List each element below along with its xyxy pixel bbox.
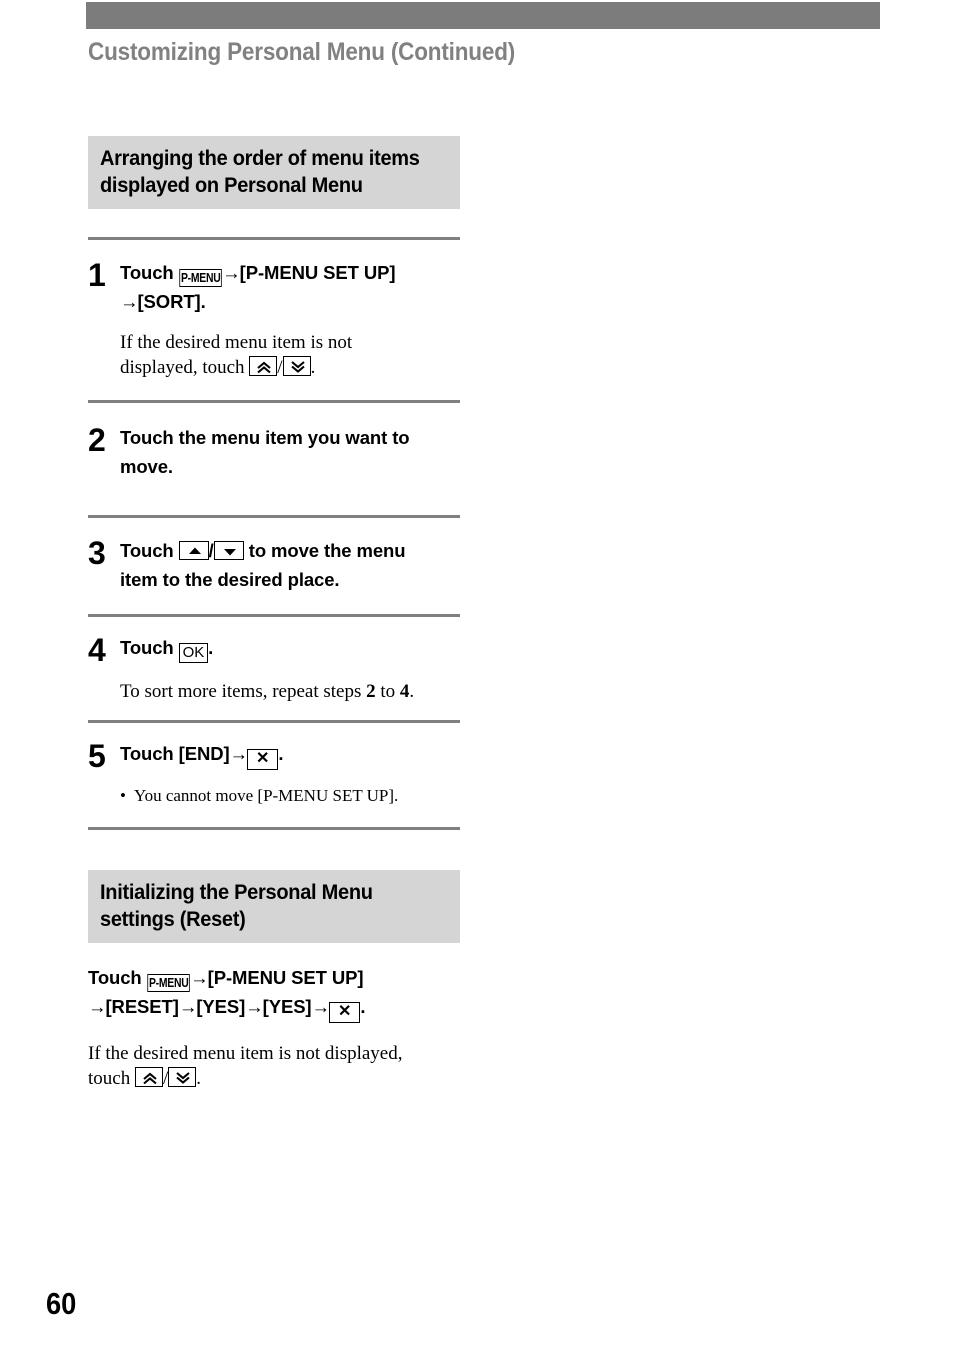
step-4-instruction: Touch OK. — [120, 633, 460, 663]
bullet-icon: • — [120, 786, 126, 805]
step-2: 2 Touch the menu item you want to move. — [88, 423, 460, 481]
p-menu-icon[interactable]: P-MENU — [147, 974, 190, 992]
step-1-body: Touch P-MENU →[P-MENU SET UP] →[SORT]. If… — [120, 258, 460, 380]
chevron-up-double-icon[interactable] — [134, 1067, 163, 1087]
initializing-note-line1: If the desired menu item is not displaye… — [88, 1043, 403, 1064]
triangle-up-icon[interactable] — [178, 541, 209, 560]
section-heading-arranging-line2: displayed on Personal Menu — [100, 173, 363, 197]
content-column: Arranging the order of menu items displa… — [88, 136, 460, 1091]
step-1-instruction-line2: →[SORT]. — [120, 287, 460, 316]
step-5-bullet-text: You cannot move [P-MENU SET UP]. — [134, 786, 399, 805]
running-head-title: Customizing Personal Menu (Continued) — [88, 38, 516, 66]
step-5-instruction: Touch [END]→ ✕. — [120, 739, 460, 770]
step-3-instruction-suffix: to move the menu — [243, 540, 406, 561]
chevron-down-double-icon[interactable] — [282, 356, 311, 376]
step-4-note-a: To sort more items, repeat steps — [120, 681, 367, 702]
initializing-instruction-line2: →[RESET]→[YES]→[YES]→ ✕. — [88, 992, 460, 1023]
step-4-note-ref-end: 4 — [399, 681, 410, 702]
p-menu-icon[interactable]: P-MENU — [179, 269, 222, 287]
initializing-menu-path: [P-MENU SET UP] — [207, 967, 364, 988]
arrow-icon: → — [190, 967, 208, 988]
step-1-number: 1 — [88, 257, 106, 293]
chevron-up-double-icon[interactable] — [249, 356, 278, 376]
section-heading-arranging: Arranging the order of menu items displa… — [88, 136, 460, 209]
initializing-instruction: Touch P-MENU →[P-MENU SET UP] →[RESET]→[Y… — [88, 963, 460, 1023]
step-4-touch-label: Touch — [120, 637, 179, 658]
arrow-icon: → — [245, 996, 263, 1017]
initializing-yes-label-1: [YES] — [196, 996, 246, 1017]
step-4: 4 Touch OK. To sort more items, repeat s… — [88, 633, 460, 704]
section-heading-arranging-line1: Arranging the order of menu items — [100, 146, 420, 170]
step-3-body: Touch / to move the menu item to the des… — [120, 536, 460, 594]
step-3-instruction-line1: Touch / to move the menu — [120, 536, 460, 565]
step-2-body: Touch the menu item you want to move. — [120, 423, 460, 481]
step-4-number: 4 — [88, 632, 106, 668]
close-x-icon[interactable]: ✕ — [329, 1002, 361, 1023]
section-heading-initializing: Initializing the Personal Menu settings … — [88, 870, 460, 943]
initializing-instruction-line1: Touch P-MENU →[P-MENU SET UP] — [88, 963, 460, 992]
step-2-instruction-line1: Touch the menu item you want to — [120, 427, 410, 448]
page-number: 60 — [46, 1286, 77, 1321]
section-heading-initializing-line2: settings (Reset) — [100, 907, 246, 931]
initializing-note-line2: touch /. — [88, 1066, 460, 1091]
step-1-note-line2: displayed, touch /. — [120, 355, 460, 380]
triangle-down-icon[interactable] — [213, 541, 244, 560]
initializing-note-prefix: touch — [88, 1068, 135, 1089]
step-1-note-line1: If the desired menu item is not — [120, 332, 353, 353]
step-4-note: To sort more items, repeat steps 2 to 4. — [120, 679, 460, 704]
step-3: 3 Touch / to move the menu item to the d… — [88, 536, 460, 594]
arrow-icon: → — [229, 743, 248, 764]
arrow-icon: → — [222, 262, 240, 283]
step-3-touch-label: Touch — [120, 540, 179, 561]
arrow-icon: → — [120, 291, 138, 312]
arrow-icon: → — [88, 996, 106, 1017]
step-1: 1 Touch P-MENU →[P-MENU SET UP] →[SORT]. … — [88, 258, 460, 380]
step-3-number: 3 — [88, 535, 106, 571]
step-4-period: . — [208, 637, 214, 658]
header-gray-bar — [86, 2, 880, 29]
step-4-note-e: . — [409, 681, 415, 702]
step-5-touch-end-label: Touch [END] — [120, 743, 230, 764]
step-1-instruction-line1: Touch P-MENU →[P-MENU SET UP] — [120, 258, 460, 287]
step-4-note-c: to — [375, 681, 400, 702]
step-5-period: . — [278, 743, 284, 764]
section-heading-initializing-line1: Initializing the Personal Menu — [100, 880, 373, 904]
close-x-icon[interactable]: ✕ — [247, 749, 279, 770]
arrow-icon: → — [311, 996, 330, 1017]
chevron-down-double-icon[interactable] — [168, 1067, 197, 1087]
step-1-sort-label: [SORT]. — [137, 291, 206, 312]
arrow-icon: → — [178, 996, 197, 1017]
ok-button-icon[interactable]: OK — [178, 643, 209, 663]
step-5-bullet-note: • You cannot move [P-MENU SET UP]. — [120, 784, 460, 807]
step-2-instruction-line2: move. — [120, 456, 173, 477]
step-5-body: Touch [END]→ ✕. • You cannot move [P-MENU … — [120, 739, 460, 807]
step-1-touch-label: Touch — [120, 262, 179, 283]
step-4-note-ref-start: 2 — [366, 681, 376, 702]
step-1-menu-path: [P-MENU SET UP] — [239, 262, 396, 283]
initializing-reset-label: [RESET] — [105, 996, 179, 1017]
step-5: 5 Touch [END]→ ✕. • You cannot move [P-MEN… — [88, 739, 460, 807]
step-4-body: Touch OK. To sort more items, repeat ste… — [120, 633, 460, 704]
initializing-period: . — [360, 996, 366, 1017]
initializing-touch-label: Touch — [88, 967, 147, 988]
step-1-note-prefix: displayed, touch — [120, 357, 250, 378]
initializing-yes-label-2: [YES] — [262, 996, 312, 1017]
step-3-instruction-line2: item to the desired place. — [120, 569, 340, 590]
step-5-number: 5 — [88, 738, 106, 774]
step-2-number: 2 — [88, 422, 106, 458]
